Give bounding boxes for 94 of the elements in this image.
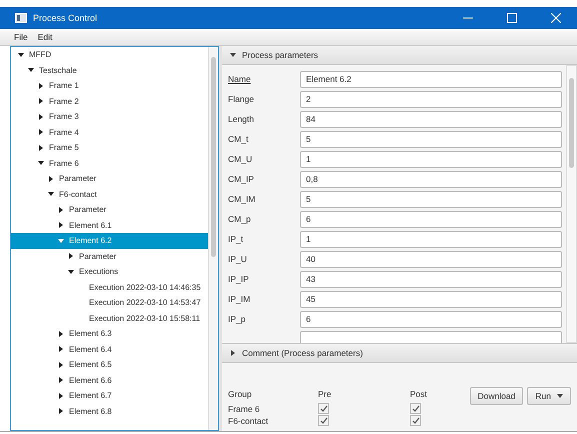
input-field[interactable]: 0,8 xyxy=(300,170,562,188)
checkbox[interactable] xyxy=(318,415,329,426)
collapsed-arrow-icon[interactable] xyxy=(68,253,74,260)
input-field[interactable]: 1 xyxy=(300,230,562,248)
tree-item[interactable]: Element 6.1 xyxy=(11,218,208,233)
close-icon[interactable] xyxy=(551,13,561,23)
input-field[interactable]: 1 xyxy=(300,150,562,168)
input-field[interactable]: 84 xyxy=(300,110,562,128)
menu-item[interactable]: Edit xyxy=(38,32,52,42)
collapsed-arrow-icon[interactable] xyxy=(48,176,54,182)
field-label: Name xyxy=(228,74,252,84)
input-field[interactable]: 6 xyxy=(300,210,562,228)
run-button[interactable]: Run xyxy=(527,387,571,405)
tree-item[interactable]: Execution 2022-03-10 15:58:11 xyxy=(11,310,208,326)
collapsed-arrow-icon[interactable] xyxy=(58,206,64,213)
collapsed-arrow-icon[interactable] xyxy=(38,114,44,120)
column-header: Group xyxy=(228,389,253,399)
collapsed-arrow-icon[interactable] xyxy=(58,330,64,337)
expanded-arrow-icon[interactable] xyxy=(48,191,54,198)
collapsed-arrow-icon[interactable] xyxy=(38,82,44,89)
section-header[interactable]: Process parameters xyxy=(222,46,577,65)
caret-icon xyxy=(557,394,563,398)
tree-item[interactable]: Executions xyxy=(11,264,208,280)
tree-item[interactable]: Element 6.3 xyxy=(11,326,208,342)
expanded-arrow-icon[interactable] xyxy=(28,67,34,74)
input-field[interactable]: Element 6.2 xyxy=(300,70,562,88)
collapsed-arrow-icon[interactable] xyxy=(58,346,64,352)
field-label: Flange xyxy=(228,94,255,104)
tree-item[interactable]: Testschale xyxy=(11,62,208,78)
tree-item[interactable]: Element 6.5 xyxy=(11,357,208,372)
collapsed-arrow-icon[interactable] xyxy=(58,408,64,414)
field-label: IP_p xyxy=(228,314,246,324)
tree-item[interactable]: Element 6.8 xyxy=(11,404,208,419)
tree-item[interactable]: Parameter xyxy=(11,171,208,186)
column-header: Post xyxy=(410,389,428,399)
input-field[interactable]: 43 xyxy=(300,270,562,288)
input-field[interactable]: 5 xyxy=(300,130,562,148)
field-label: CM_p xyxy=(228,214,252,224)
field-label: CM_IP xyxy=(228,174,255,184)
download-button[interactable]: Download xyxy=(470,387,524,405)
column-header: Pre xyxy=(318,389,332,399)
field-label: CM_IM xyxy=(228,194,256,204)
tree-item[interactable]: Frame 3 xyxy=(11,109,208,124)
field-label: IP_t xyxy=(228,234,244,244)
tree-item[interactable]: MFFD xyxy=(11,47,208,62)
field-label: IP_IP xyxy=(228,274,250,284)
input-field[interactable]: 5 xyxy=(300,190,562,208)
expanded-arrow-icon xyxy=(230,52,236,58)
tree-item[interactable]: Execution 2022-03-10 14:46:35 xyxy=(11,280,208,295)
field-label: Length xyxy=(228,114,255,124)
expanded-arrow-icon[interactable] xyxy=(18,52,24,58)
input-field[interactable]: 6 xyxy=(300,310,562,328)
field-label: IP_IM xyxy=(228,294,252,304)
tree-item[interactable]: Element 6.6 xyxy=(11,372,208,388)
table-cell-text: Frame 6 xyxy=(228,404,261,414)
expanded-arrow-icon[interactable] xyxy=(68,268,74,275)
tree-item[interactable]: Element 6.7 xyxy=(11,388,208,404)
checkbox[interactable] xyxy=(410,415,421,426)
collapsed-arrow-icon[interactable] xyxy=(38,129,44,136)
scrollbar[interactable] xyxy=(208,47,218,430)
expanded-arrow-icon[interactable] xyxy=(38,160,44,166)
field-label: CM_t xyxy=(228,134,250,144)
tree-item[interactable]: Execution 2022-03-10 14:53:47 xyxy=(11,295,208,310)
field-label: CM_U xyxy=(228,154,254,164)
collapsed-arrow-icon[interactable] xyxy=(58,392,64,399)
tree-item[interactable]: Frame 6 xyxy=(11,156,208,171)
collapsed-arrow-icon[interactable] xyxy=(58,222,64,228)
scrollbar[interactable] xyxy=(566,65,577,343)
tree-item[interactable]: Frame 2 xyxy=(11,94,208,109)
app-icon xyxy=(15,13,27,23)
checkbox[interactable] xyxy=(410,403,421,414)
tree-item[interactable]: Element 6.4 xyxy=(11,342,208,357)
input-field[interactable]: 45 xyxy=(300,290,562,308)
collapsed-arrow-icon[interactable] xyxy=(58,362,64,368)
tree-item[interactable]: Frame 5 xyxy=(11,140,208,156)
section-header[interactable]: Comment (Process parameters) xyxy=(222,343,577,363)
tree-item[interactable]: Frame 4 xyxy=(11,124,208,140)
field-label: IP_U xyxy=(228,254,248,264)
collapsed-arrow-icon[interactable] xyxy=(38,144,44,151)
tree-item[interactable]: Parameter xyxy=(11,248,208,264)
tree-item[interactable]: Parameter xyxy=(11,202,208,218)
input-field[interactable]: 2 xyxy=(300,90,562,108)
maximize-icon[interactable] xyxy=(507,13,517,23)
collapsed-arrow-icon[interactable] xyxy=(58,377,64,384)
collapsed-arrow-icon xyxy=(230,350,236,356)
input-field[interactable]: 40 xyxy=(300,250,562,268)
window-title: Process Control xyxy=(33,13,98,23)
tree-item[interactable]: F6-contact xyxy=(11,186,208,202)
tree-item[interactable]: Frame 1 xyxy=(11,78,208,94)
menu-item[interactable]: File xyxy=(14,32,28,42)
input-field[interactable] xyxy=(300,330,562,343)
table-cell-text: F6-contact xyxy=(228,416,270,426)
checkbox[interactable] xyxy=(318,403,329,414)
collapsed-arrow-icon[interactable] xyxy=(38,98,44,104)
